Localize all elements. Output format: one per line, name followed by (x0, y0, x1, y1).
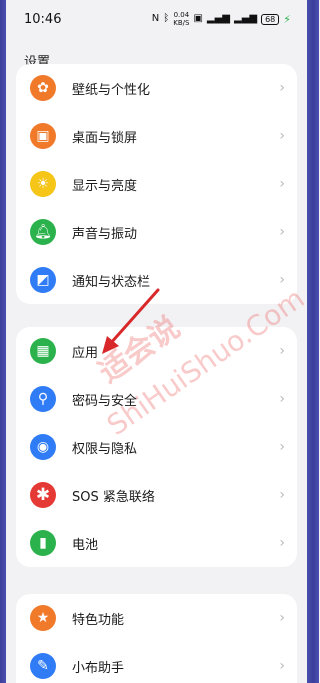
sos-asterisk-icon: ✱ (30, 482, 56, 508)
settings-item-sos[interactable]: ✱ SOS 紧急联络 › (16, 471, 297, 519)
chevron-right-icon: › (279, 80, 285, 96)
network-speed: 0.04 KB/S (173, 11, 189, 27)
settings-item-label: 密码与安全 (72, 393, 138, 409)
chevron-right-icon: › (279, 439, 285, 455)
chevron-right-icon: › (279, 391, 285, 407)
settings-item-label: 小布助手 (72, 660, 125, 676)
battery-indicator: 68 (261, 13, 280, 25)
hd-icon: ▣ (193, 13, 203, 24)
chevron-right-icon: › (279, 224, 285, 240)
settings-item-label: 显示与亮度 (72, 178, 138, 194)
settings-group-personalization: ✿ 壁纸与个性化 › ▣ 桌面与锁屏 › ☀ 显示与亮度 › 🔔︎ 声音与振动 … (16, 64, 297, 304)
settings-item-label: 壁纸与个性化 (72, 82, 151, 98)
settings-item-password-security[interactable]: ⚲ 密码与安全 › (16, 375, 297, 423)
settings-item-notifications[interactable]: ◩ 通知与状态栏 › (16, 256, 297, 304)
chevron-right-icon: › (279, 658, 285, 674)
image-icon: ▣ (30, 123, 56, 149)
settings-item-apps[interactable]: ▦ 应用 › (16, 327, 297, 375)
settings-item-assistant[interactable]: ✎ 小布助手 › (16, 642, 297, 683)
chevron-right-icon: › (279, 610, 285, 626)
settings-item-wallpaper[interactable]: ✿ 壁纸与个性化 › (16, 64, 297, 112)
signal-icon: ▂▄▆ (206, 13, 230, 24)
settings-item-label: 权限与隐私 (72, 441, 138, 457)
notification-icon: ◩ (30, 267, 56, 293)
settings-item-label: 电池 (72, 537, 99, 553)
chevron-right-icon: › (279, 272, 285, 288)
key-icon: ⚲ (30, 386, 56, 412)
settings-item-sound[interactable]: 🔔︎ 声音与振动 › (16, 208, 297, 256)
settings-group-system: ▦ 应用 › ⚲ 密码与安全 › ◉ 权限与隐私 › ✱ SOS 紧急联络 › … (16, 327, 297, 567)
settings-item-desktop-lockscreen[interactable]: ▣ 桌面与锁屏 › (16, 112, 297, 160)
battery-icon: ▮ (30, 530, 56, 556)
settings-item-label: 应用 (72, 345, 99, 361)
bell-icon: 🔔︎ (30, 219, 56, 245)
speed-value: 0.04 (173, 11, 190, 19)
apps-grid-icon: ▦ (30, 338, 56, 364)
nfc-icon: N (151, 13, 160, 24)
status-bar: 10:46 N ᛒ 0.04 KB/S ▣ ▂▄▆ ▂▄▆ 68 ⚡ (6, 0, 307, 38)
settings-item-privacy[interactable]: ◉ 权限与隐私 › (16, 423, 297, 471)
star-icon: ★ (30, 605, 56, 631)
settings-item-label: SOS 紧急联络 (72, 489, 155, 505)
charging-icon: ⚡ (283, 12, 291, 26)
chevron-right-icon: › (279, 343, 285, 359)
settings-item-label: 声音与振动 (72, 226, 138, 242)
speed-unit: KB/S (173, 19, 190, 27)
settings-item-special-features[interactable]: ★ 特色功能 › (16, 594, 297, 642)
chevron-right-icon: › (279, 176, 285, 192)
settings-group-features: ★ 特色功能 › ✎ 小布助手 › (16, 594, 297, 683)
sun-icon: ☀ (30, 171, 56, 197)
chevron-right-icon: › (279, 128, 285, 144)
chevron-right-icon: › (279, 535, 285, 551)
palette-icon: ✿ (30, 75, 56, 101)
assistant-icon: ✎ (30, 653, 56, 679)
chevron-right-icon: › (279, 487, 285, 503)
settings-item-label: 特色功能 (72, 612, 125, 628)
settings-item-label: 桌面与锁屏 (72, 130, 138, 146)
signal-2-icon: ▂▄▆ (234, 13, 258, 24)
status-time: 10:46 (24, 11, 62, 27)
eye-shield-icon: ◉ (30, 434, 56, 460)
settings-item-label: 通知与状态栏 (72, 274, 151, 290)
settings-screen: 10:46 N ᛒ 0.04 KB/S ▣ ▂▄▆ ▂▄▆ 68 ⚡ 设置 ✿ … (6, 0, 307, 683)
settings-item-display[interactable]: ☀ 显示与亮度 › (16, 160, 297, 208)
bluetooth-icon: ᛒ (163, 13, 170, 24)
settings-item-battery[interactable]: ▮ 电池 › (16, 519, 297, 567)
status-icons: N ᛒ 0.04 KB/S ▣ ▂▄▆ ▂▄▆ 68 ⚡ (152, 11, 291, 27)
